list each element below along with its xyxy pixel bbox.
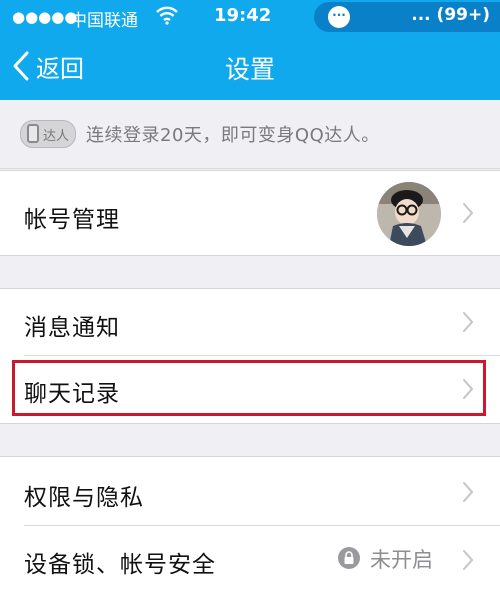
navigation-bar: 返回 设置 [0,34,500,100]
chevron-right-icon [463,203,474,223]
avatar-image [377,182,441,246]
badge-label: 达人 [43,129,70,144]
chevron-right-icon [463,312,474,332]
message-bubble-icon: ··· [328,6,350,28]
account-management-label: 帐号管理 [24,207,120,233]
status-bar: ●●●●● 中国联通 19:42 ··· ... (99+) [0,0,500,34]
banner-message: 连续登录20天，即可变身QQ达人。 [86,125,380,146]
avatar[interactable] [377,182,441,246]
notification-count: ... (99+) [411,5,490,25]
carrier-name: 中国联通 [70,11,138,31]
messages-group: 消息通知 聊天记录 [0,288,500,424]
privacy-row[interactable]: 权限与隐私 [0,457,500,525]
chevron-right-icon [463,482,474,502]
device-lock-label: 设备锁、帐号安全 [24,552,216,578]
chat-history-row[interactable]: 聊天记录 [0,356,500,422]
notifications-row[interactable]: 消息通知 [0,289,500,355]
qq-expert-banner: 达人 连续登录20天，即可变身QQ达人。 [0,100,500,169]
notifications-label: 消息通知 [24,315,120,341]
page-title: 设置 [224,55,275,84]
chevron-right-icon [463,550,474,570]
chat-history-label: 聊天记录 [24,381,120,407]
clock: 19:42 [214,5,272,26]
security-group: 权限与隐私 设备锁、帐号安全 [0,456,500,601]
signal-strength: ●●●●● [12,8,78,26]
wifi-icon [156,5,178,30]
device-lock-status: 未开启 [370,548,433,572]
privacy-label: 权限与隐私 [24,485,144,511]
qq-badge-icon: 达人 [20,120,76,148]
lock-icon [338,547,360,569]
chevron-right-icon [463,379,474,399]
notification-pill[interactable]: ··· ... (99+) [314,2,500,32]
phone-icon [27,124,39,143]
